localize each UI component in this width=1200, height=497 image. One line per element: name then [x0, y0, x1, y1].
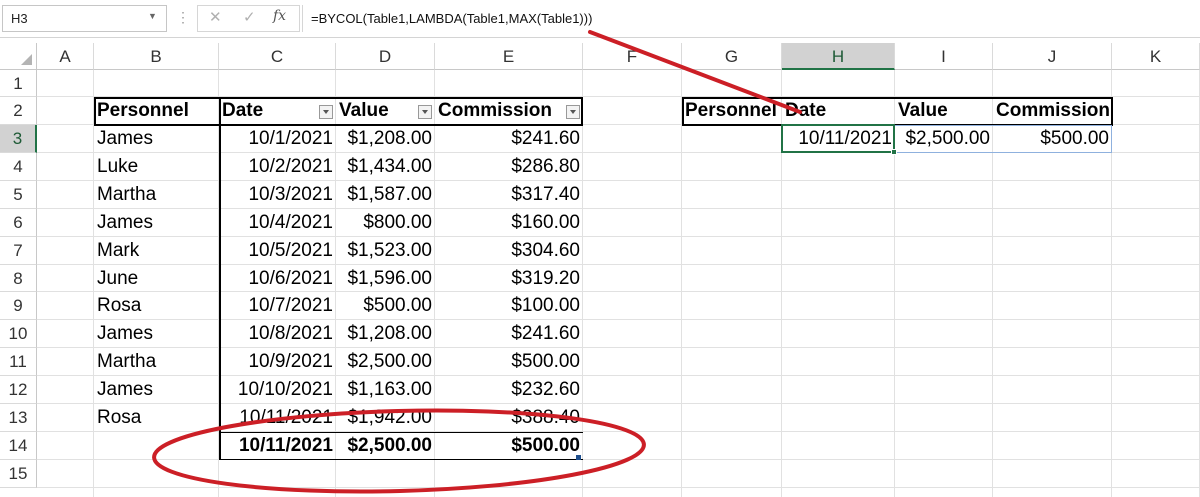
annotation-arrow-line	[588, 30, 802, 114]
annotation-ellipse	[152, 408, 646, 494]
annotation-overlay	[152, 30, 802, 494]
